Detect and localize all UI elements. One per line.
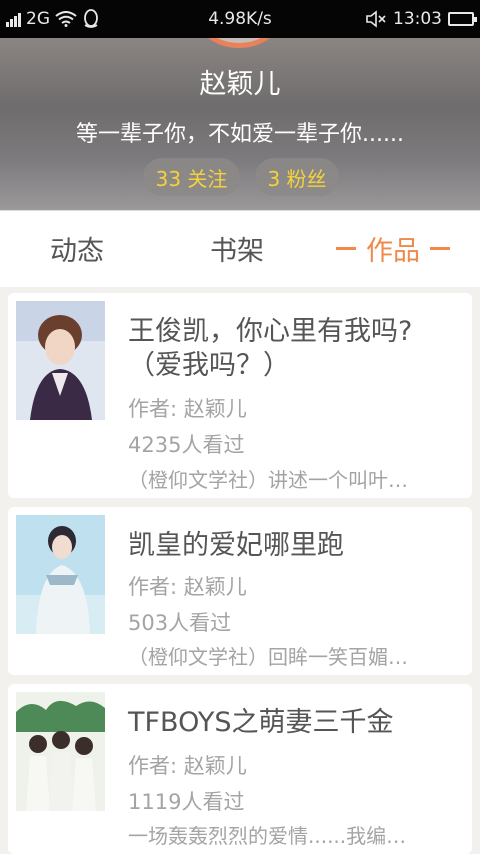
work-description: （橙仰文学社）讲述一个叫叶… <box>128 468 408 492</box>
work-views: 1119人看过 <box>128 790 245 814</box>
avatar[interactable] <box>195 38 283 48</box>
book-cover <box>16 692 105 811</box>
tab-works[interactable]: 作品 <box>336 229 450 268</box>
book-cover <box>16 515 105 634</box>
user-motto: 等一辈子你，不如爱一辈子你...... <box>76 122 404 147</box>
status-bar: 2G 4.98K/s 13:03 <box>0 0 480 38</box>
work-description: 一场轰轰烈烈的爱情......我编… <box>128 824 407 848</box>
work-views: 4235人看过 <box>128 433 245 457</box>
work-card[interactable]: 凯皇的爱妃哪里跑 作者: 赵颖儿 503人看过 （橙仰文学社）回眸一笑百媚… <box>8 507 472 675</box>
work-author: 作者: 赵颖儿 <box>128 754 247 778</box>
user-name: 赵颖儿 <box>199 69 281 100</box>
tab-dynamic[interactable]: 动态 <box>50 229 104 268</box>
work-title: TFBOYS之萌妻三千金 <box>128 707 394 738</box>
following-button[interactable]: 33 关注 <box>143 158 240 196</box>
work-author: 作者: 赵颖儿 <box>128 575 247 599</box>
fans-button[interactable]: 3 粉丝 <box>255 158 339 196</box>
tab-indicator-left <box>336 247 356 250</box>
work-card[interactable]: TFBOYS之萌妻三千金 作者: 赵颖儿 1119人看过 一场轰轰烈烈的爱情..… <box>8 684 472 854</box>
tab-bookshelf[interactable]: 书架 <box>210 229 264 268</box>
work-author: 作者: 赵颖儿 <box>128 397 247 421</box>
work-title: 王俊凯，你心里有我吗?（爱我吗？） <box>128 316 413 381</box>
battery-icon <box>448 12 477 26</box>
profile-header: 赵颖儿 等一辈子你，不如爱一辈子你...... 33 关注 3 粉丝 <box>0 38 480 210</box>
tab-bar: 动态 书架 作品 <box>0 210 480 287</box>
tab-works-label: 作品 <box>366 236 420 267</box>
work-description: （橙仰文学社）回眸一笑百媚… <box>128 645 408 669</box>
book-cover <box>16 301 105 420</box>
mute-icon <box>366 10 386 28</box>
clock: 13:03 <box>393 9 442 29</box>
work-card[interactable]: 王俊凯，你心里有我吗?（爱我吗？） 作者: 赵颖儿 4235人看过 （橙仰文学社… <box>8 293 472 498</box>
work-title: 凯皇的爱妃哪里跑 <box>128 530 344 561</box>
tab-indicator-right <box>430 247 450 250</box>
status-right: 13:03 <box>365 0 477 38</box>
network-speed: 4.98K/s <box>208 9 272 29</box>
work-views: 503人看过 <box>128 611 232 635</box>
